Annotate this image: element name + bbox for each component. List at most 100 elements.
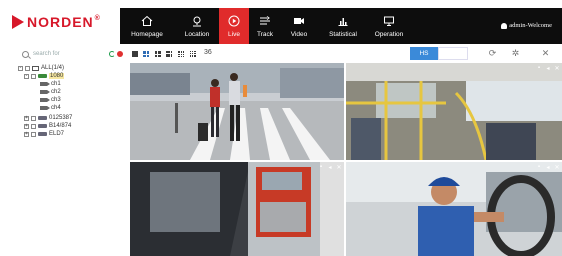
camera-icon [40,98,50,102]
tree-vehicle[interactable]: + ELD7 [18,130,128,138]
expand-icon[interactable]: + [24,123,29,129]
volume-icon[interactable]: ◂ [545,65,551,72]
nav-label: Operation [374,31,404,38]
tree-channel[interactable]: ch2 [18,88,128,96]
tree-vehicle[interactable]: - 1080 [18,72,128,80]
search-input[interactable]: search for [22,49,60,59]
tree-channel[interactable]: ch3 [18,96,128,104]
camera-icon [40,82,50,86]
layout-count[interactable]: 36 [204,49,212,56]
track-icon [258,14,272,28]
video-tile-bus-interior[interactable]: ▪ ◂ ✕ [346,63,562,160]
tree-channel-label: ch1 [51,81,61,87]
close-icon[interactable]: ✕ [554,164,560,171]
nav-label: Video [290,31,308,38]
snapshot-icon[interactable]: ▪ [318,164,324,170]
tree-channel[interactable]: ch4 [18,104,128,112]
tree-root[interactable]: - ALL(1/4) [18,64,128,72]
fullscreen-icon[interactable]: ✕ [541,49,550,58]
stream-type-field[interactable] [438,47,468,60]
sync-icon[interactable]: ⟳ [488,49,497,58]
snapshot-icon[interactable]: ▪ [536,65,542,71]
tree-vehicle[interactable]: + 0125387 [18,114,128,122]
toolbar: search for 36 HS ⟳ ✲ ✕ [0,44,562,62]
tree-vehicle-label: B14/874 [49,123,72,129]
tree-root-label: ALL(1/4) [41,65,65,71]
user-icon [501,22,508,29]
search-icon [22,50,29,58]
record-status-icon[interactable] [117,51,123,57]
video-icon [292,14,306,28]
stream-type-button[interactable]: HS [410,47,438,60]
tile-controls: ▪ ◂ ✕ [536,164,560,171]
tree-checkbox[interactable] [31,115,36,121]
nav-label: Statistical [329,31,357,38]
nav-label: Location [184,31,210,38]
monitor-icon [382,14,396,28]
video-tile-street[interactable] [130,63,344,160]
main-navbar: Homepage Location Live Track Video Stati… [120,8,562,44]
collapse-icon[interactable]: - [24,73,29,79]
layout-1-icon[interactable] [132,51,138,57]
nav-label: Live [228,31,240,38]
nav-statistical[interactable]: Statistical [321,8,365,44]
video-grid: ▪ ◂ ✕ ▪ ◂ ✕ ▪ ◂ ✕ [130,63,562,256]
snapshot-icon[interactable]: ▪ [536,164,542,170]
home-icon [140,14,154,28]
side-view-image [130,162,344,256]
tree-channel[interactable]: ch1 [18,80,128,88]
chart-icon [336,14,350,28]
computer-icon [32,65,39,71]
driver-image [346,162,562,256]
close-icon[interactable]: ✕ [554,65,560,72]
nav-track[interactable]: Track [250,8,280,44]
tree-checkbox[interactable] [31,131,36,137]
camera-icon [40,90,50,94]
bus-offline-icon [38,116,47,120]
refresh-icon[interactable] [109,51,115,57]
brand-logo: NORDEN ® [12,12,100,32]
play-icon [227,14,241,28]
nav-label: Homepage [131,31,163,38]
search-placeholder: search for [33,51,60,57]
volume-icon[interactable]: ◂ [327,164,333,171]
nav-location[interactable]: Location [174,8,220,44]
video-tile-side-view[interactable]: ▪ ◂ ✕ [130,162,344,256]
tree-vehicle-label: ELD7 [49,131,65,137]
layout-9-icon[interactable] [178,51,184,57]
layout-6-icon[interactable] [155,51,161,57]
camera-icon [40,106,50,110]
layout-16-icon[interactable] [190,51,196,57]
gear-icon[interactable]: ✲ [511,49,520,58]
tree-checkbox[interactable] [31,123,36,129]
logo-arrow-icon [12,15,24,29]
nav-live[interactable]: Live [219,8,249,44]
tile-controls: ▪ ◂ ✕ [318,164,342,171]
nav-label: Track [256,31,273,38]
nav-operation[interactable]: Operation [368,8,410,44]
brand-registered-mark: ® [94,14,100,22]
layout-8-icon[interactable] [166,51,172,57]
close-icon[interactable]: ✕ [336,164,342,171]
collapse-icon[interactable]: - [18,65,23,71]
tree-checkbox[interactable] [31,73,36,79]
tree-channel-label: ch3 [51,97,61,103]
expand-icon[interactable]: + [24,115,29,121]
layout-4-icon[interactable] [143,51,149,57]
bus-interior-image [346,63,562,160]
bus-offline-icon [38,124,47,128]
street-scene-image [130,63,344,160]
volume-icon[interactable]: ◂ [545,164,551,171]
location-icon [190,14,204,28]
top-bar: NORDEN ® Homepage Location Live Track Vi… [0,0,562,44]
tree-vehicle-label: 0125387 [49,115,73,121]
nav-video[interactable]: Video [283,8,315,44]
user-menu[interactable]: admin-Welcome [501,22,552,29]
user-greeting: admin-Welcome [509,22,552,29]
device-tree: - ALL(1/4) - 1080 ch1 ch2 ch3 ch4 + 0125… [18,64,128,138]
video-tile-driver[interactable]: ▪ ◂ ✕ [346,162,562,256]
tree-checkbox[interactable] [25,65,30,71]
expand-icon[interactable]: + [24,131,29,137]
tree-vehicle[interactable]: + B14/874 [18,122,128,130]
nav-homepage[interactable]: Homepage [124,8,170,44]
